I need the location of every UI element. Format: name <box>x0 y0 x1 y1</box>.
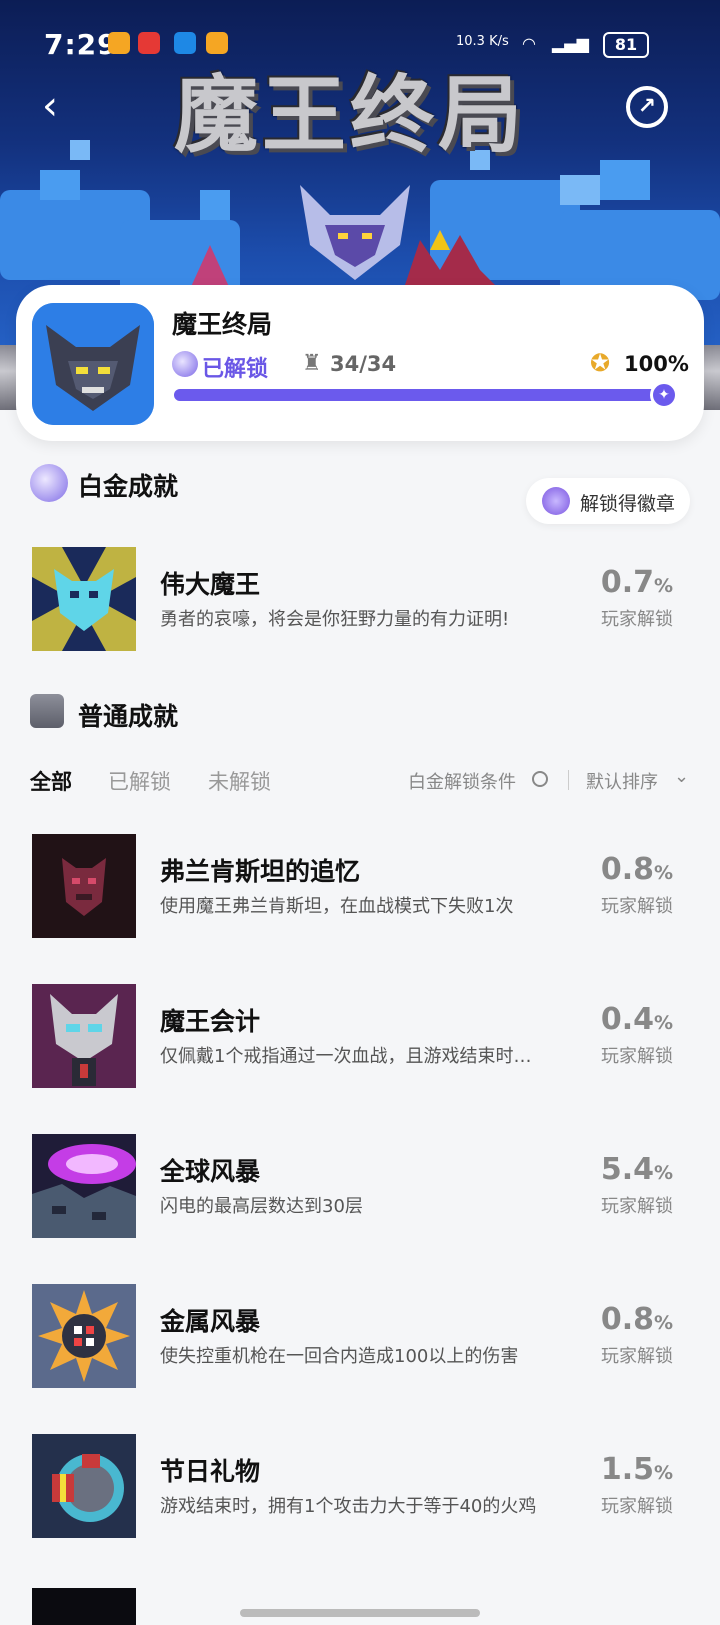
achievement-thumbnail <box>32 984 136 1088</box>
platinum-trophy-icon <box>30 464 68 502</box>
achievement-row[interactable]: 弗兰肯斯坦的追忆 使用魔王弗兰肯斯坦，在血战模式下失败1次 0.8% 玩家解锁 <box>32 834 692 938</box>
achievement-thumbnail-partial <box>32 1588 136 1625</box>
completion-percent: 100% <box>624 352 689 376</box>
unlock-rate-label: 玩家解锁 <box>601 609 673 630</box>
battery-indicator: 81 <box>603 32 649 58</box>
medal-icon: ✪ <box>590 349 611 377</box>
platinum-section-title: 白金成就 <box>78 472 179 501</box>
unlock-rate-label: 玩家解锁 <box>601 1346 673 1367</box>
unlock-rate: 0.8% <box>600 1302 674 1337</box>
achievement-row[interactable]: 金属风暴 使失控重机枪在一回合内造成100以上的伤害 0.8% 玩家解锁 <box>32 1284 692 1388</box>
achievement-desc: 仅佩戴1个戒指通过一次血战，且游戏结束时… <box>160 1046 532 1067</box>
unlock-rate-label: 玩家解锁 <box>601 896 673 917</box>
achievement-name: 节日礼物 <box>160 1457 261 1486</box>
trophy-icon: ♜ <box>302 351 322 376</box>
achievement-row[interactable]: 伟大魔王 勇者的哀嚎，将会是你狂野力量的有力证明! 0.7% 玩家解锁 <box>32 547 692 651</box>
tab-locked[interactable]: 未解锁 <box>208 766 271 796</box>
achievement-row[interactable]: 魔王会计 仅佩戴1个戒指通过一次血战，且游戏结束时… 0.4% 玩家解锁 <box>32 984 692 1088</box>
unlock-rate: 5.4% <box>600 1152 674 1187</box>
achievement-name: 魔王会计 <box>160 1007 261 1036</box>
achievement-filter-bar: 全部 已解锁 未解锁 白金解锁条件 默认排序 ⌄ <box>30 766 690 802</box>
platinum-badge-icon <box>172 351 198 377</box>
game-logo: 魔王终局 <box>173 66 526 164</box>
tab-all[interactable]: 全部 <box>30 766 72 796</box>
notification-app-icon <box>108 32 130 54</box>
achievement-name: 弗兰肯斯坦的追忆 <box>160 857 361 886</box>
game-summary-card: 魔王终局 已解锁 ♜ 34/34 ✪ 100% ✦ <box>16 285 704 441</box>
progress-bar <box>174 389 664 401</box>
unlock-badge-label: 解锁得徽章 <box>580 493 676 515</box>
achievement-desc: 使用魔王弗兰肯斯坦，在血战模式下失败1次 <box>160 896 514 917</box>
tab-unlocked[interactable]: 已解锁 <box>108 766 171 796</box>
trophy-cup-icon <box>30 694 64 728</box>
notification-app-icon <box>138 32 160 54</box>
achievement-name: 伟大魔王 <box>160 570 261 599</box>
net-speed: 10.3 K/s <box>456 34 509 49</box>
unlock-rate: 0.7% <box>600 565 674 600</box>
status-bar: 7:29 10.3 K/s ◠ ▂▄▆ 81 <box>0 24 720 64</box>
achievement-row[interactable]: 节日礼物 游戏结束时，拥有1个攻击力大于等于40的火鸡 1.5% 玩家解锁 <box>32 1434 692 1538</box>
achievement-desc: 使失控重机枪在一回合内造成100以上的伤害 <box>160 1346 519 1367</box>
unlock-rate-label: 玩家解锁 <box>601 1496 673 1517</box>
achievement-thumbnail <box>32 1434 136 1538</box>
unlock-rate: 0.4% <box>600 1002 674 1037</box>
platinum-condition-toggle[interactable]: 白金解锁条件 <box>408 768 516 794</box>
achievement-name: 全球风暴 <box>160 1157 261 1186</box>
achievement-desc: 勇者的哀嚎，将会是你狂野力量的有力证明! <box>160 609 510 630</box>
achievement-desc: 游戏结束时，拥有1个攻击力大于等于40的火鸡 <box>160 1496 537 1517</box>
progress-fill <box>174 389 664 401</box>
achievement-thumbnail <box>32 834 136 938</box>
radio-icon[interactable] <box>532 771 548 787</box>
unlock-rate: 1.5% <box>600 1452 674 1487</box>
game-icon[interactable] <box>32 303 154 425</box>
chevron-down-icon[interactable]: ⌄ <box>674 766 689 787</box>
normal-section-title: 普通成就 <box>78 702 179 731</box>
unlock-rate-label: 玩家解锁 <box>601 1196 673 1217</box>
unlock-rate: 0.8% <box>600 852 674 887</box>
back-arrow-icon: ‹ <box>42 83 58 129</box>
achievement-name: 金属风暴 <box>160 1307 261 1336</box>
share-icon: ↗ <box>637 94 657 119</box>
achievement-thumbnail <box>32 1134 136 1238</box>
wifi-icon: ◠ <box>522 34 536 53</box>
progress-star-icon: ✦ <box>650 381 678 409</box>
achievement-thumbnail <box>32 1284 136 1388</box>
badge-icon <box>542 487 570 515</box>
unlocked-status: 已解锁 <box>202 357 269 382</box>
notification-app-icon <box>174 32 196 54</box>
unlock-badge-button[interactable]: 解锁得徽章 <box>526 478 690 524</box>
home-indicator[interactable] <box>240 1609 480 1617</box>
divider <box>568 770 569 790</box>
achievement-desc: 闪电的最高层数达到30层 <box>160 1196 363 1217</box>
trophy-count: 34/34 <box>330 352 397 376</box>
signal-icon: ▂▄▆ <box>552 34 589 53</box>
share-button[interactable]: ↗ <box>626 86 668 128</box>
status-time: 7:29 <box>44 28 118 61</box>
game-title: 魔王终局 <box>172 310 273 339</box>
achievement-thumbnail <box>32 547 136 651</box>
back-button[interactable]: ‹ <box>30 86 70 126</box>
achievement-row[interactable]: 全球风暴 闪电的最高层数达到30层 5.4% 玩家解锁 <box>32 1134 692 1238</box>
sort-dropdown[interactable]: 默认排序 <box>586 768 658 794</box>
notification-app-icon <box>206 32 228 54</box>
unlock-rate-label: 玩家解锁 <box>601 1046 673 1067</box>
